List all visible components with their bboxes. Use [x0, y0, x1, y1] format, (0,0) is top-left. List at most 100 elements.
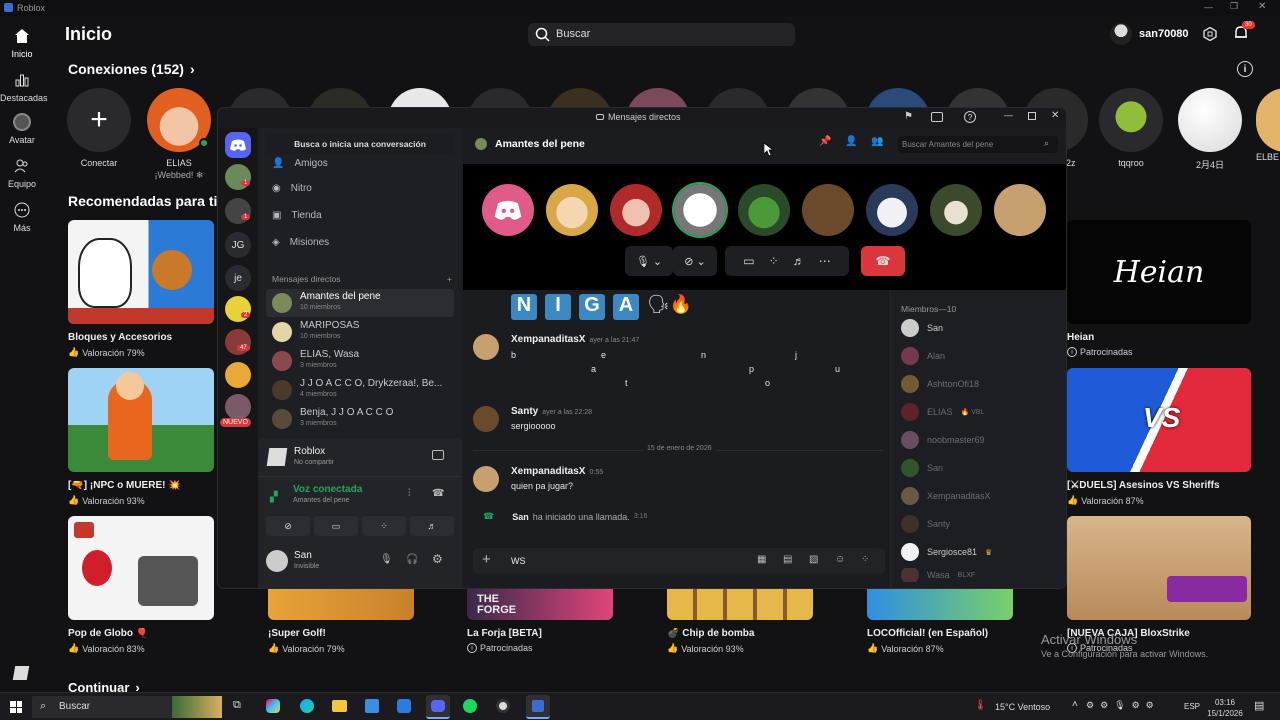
settings-icon[interactable]: ⚙ — [432, 552, 443, 566]
roblox-taskbar-icon[interactable] — [526, 695, 550, 719]
connections-header[interactable]: Conexiones (152) › — [68, 61, 195, 77]
member-item[interactable]: Wasa BLXF — [901, 568, 975, 582]
dm-item[interactable]: ELIAS, Wasa 3 miembros — [266, 347, 454, 375]
game-card[interactable]: ¡Super Golf! 👍 Valoración 79% — [268, 586, 414, 654]
tray-chevron-icon[interactable]: ˄ — [1072, 699, 1078, 710]
camera-button[interactable]: ⊘ — [266, 516, 310, 536]
clock[interactable]: 03:16 15/1/2026 — [1206, 697, 1244, 719]
weather-icon[interactable]: 🌡 — [974, 700, 987, 711]
members-icon[interactable]: 👥 — [871, 136, 883, 147]
game-card[interactable]: [🔫] ¡NPC o MUERE! 💥 👍 Valoración 93% — [68, 368, 214, 506]
find-conversation-button[interactable]: Busca o inicia una conversación — [266, 134, 454, 154]
nav-team[interactable]: Equipo — [0, 156, 44, 189]
call-participant[interactable] — [802, 184, 854, 236]
dm-item[interactable]: J J O A C C O, Drykzeraa!, Be... 4 miemb… — [266, 376, 454, 404]
connection-elias[interactable]: ELIAS ¡Webbed! ❄ — [146, 88, 212, 181]
dm-item[interactable]: Amantes del pene 10 miembros — [266, 289, 454, 317]
member-item[interactable]: Santy — [901, 514, 950, 534]
obs-icon[interactable] — [496, 699, 510, 713]
roblox-studio-icon[interactable] — [12, 666, 30, 680]
message-author[interactable]: XempanaditasX 0:55 — [511, 466, 603, 477]
spotify-icon[interactable] — [463, 699, 477, 713]
attach-icon[interactable]: + — [482, 551, 491, 568]
user-avatar[interactable] — [1110, 23, 1132, 45]
message-input[interactable]: WS — [511, 556, 526, 566]
soundboard-button[interactable]: ♬ — [410, 516, 454, 536]
noise-suppression-icon[interactable]: ⫶ — [408, 488, 411, 499]
maximize-icon[interactable] — [1028, 112, 1036, 120]
server-icon[interactable]: 47 — [225, 329, 251, 355]
hang-up-button[interactable]: ☎ — [861, 246, 905, 276]
notifications-button[interactable]: 30 — [1233, 21, 1255, 43]
notification-center-icon[interactable]: ▤ — [1254, 699, 1264, 712]
file-explorer-icon[interactable] — [332, 700, 347, 712]
inbox-icon[interactable]: ⚑ — [904, 111, 913, 122]
call-participant[interactable] — [930, 184, 982, 236]
server-icon[interactable]: 1 — [225, 164, 251, 190]
add-member-icon[interactable]: 👤 — [845, 136, 857, 147]
server-icon[interactable]: 1 — [225, 198, 251, 224]
share-screen-toggle[interactable]: ▭⁘♬⋯ — [725, 246, 849, 276]
sticker-icon[interactable]: ▧ — [809, 554, 818, 565]
taskbar-search[interactable]: ⌕ Buscar — [32, 696, 222, 718]
server-icon[interactable]: 2 — [225, 296, 251, 322]
call-participant[interactable] — [994, 184, 1046, 236]
gif-icon[interactable]: ▤ — [783, 554, 792, 565]
tray-icons[interactable]: ⚙⚙🎙⚙⚙ — [1086, 700, 1160, 711]
game-card[interactable]: LOCOfficial! (en Español) 👍 Valoración 87… — [867, 586, 1013, 654]
maximize-icon[interactable]: ❐ — [1230, 1, 1238, 12]
menu-shop[interactable]: ▣ Tienda — [272, 210, 322, 221]
message-author[interactable]: XempanaditasX ayer a las 21:47 — [511, 334, 639, 345]
system-user[interactable]: San — [512, 512, 529, 522]
channel-search[interactable]: Buscar Amantes del pene ⌕ — [898, 136, 1058, 153]
connection-elbe[interactable]: ELBE — [1256, 88, 1280, 162]
menu-friends[interactable]: 👤 Amigos — [272, 158, 328, 169]
store-icon[interactable] — [365, 699, 379, 713]
message-avatar[interactable] — [473, 406, 499, 432]
camera-toggle[interactable]: ⊘ ⌄ — [673, 246, 717, 276]
start-button[interactable] — [10, 701, 22, 713]
game-card[interactable]: Pop de Globo 🎈 👍 Valoración 83% — [68, 516, 214, 654]
server-icon[interactable] — [225, 362, 251, 388]
apps-icon[interactable]: ⁘ — [861, 554, 869, 565]
member-item[interactable]: AshttonOfi18 — [901, 374, 979, 394]
member-item[interactable]: San — [901, 318, 943, 338]
message-avatar[interactable] — [473, 334, 499, 360]
minimize-icon[interactable]: — — [1004, 110, 1013, 120]
message-author[interactable]: Santy ayer a las 22:28 — [511, 406, 592, 417]
game-card[interactable]: VS [⚔DUELS] Asesinos VS Sheriffs 👍 Valora… — [1067, 368, 1251, 506]
message-composer[interactable]: + WS ▦ ▤ ▧ ☺ ⁘ — [473, 548, 885, 574]
nav-avatar[interactable]: Avatar — [0, 112, 44, 145]
call-participant[interactable] — [738, 184, 790, 236]
robux-icon[interactable] — [1202, 26, 1218, 42]
taskbar-search-input[interactable]: Buscar — [59, 701, 90, 712]
mic-icon[interactable]: 🎙 — [380, 554, 393, 565]
copilot-icon[interactable] — [266, 699, 280, 713]
menu-quests[interactable]: ◈ Misiones — [272, 237, 329, 248]
help-icon[interactable]: ? — [964, 111, 976, 123]
server-icon[interactable]: je — [225, 265, 251, 291]
pin-icon[interactable]: 📌 — [819, 136, 831, 147]
search-bar[interactable]: Buscar — [528, 23, 795, 46]
member-item[interactable]: XempanaditasX — [901, 486, 991, 506]
self-avatar[interactable] — [266, 550, 288, 572]
game-card[interactable]: Bloques y Accesorios 👍 Valoración 79% — [68, 220, 214, 358]
member-item[interactable]: ELIAS 🔥 VBL — [901, 402, 984, 422]
info-icon[interactable]: i — [1237, 61, 1253, 77]
search-input[interactable]: Buscar — [556, 28, 590, 40]
call-participant-speaking[interactable] — [674, 184, 726, 236]
add-dm-icon[interactable]: + — [447, 274, 452, 284]
dm-item[interactable]: Benja, J J O A C C O 3 miembros — [266, 405, 454, 433]
close-icon[interactable]: ✕ — [1258, 1, 1266, 12]
game-card[interactable]: THE FORGE La Forja [BETA] i Patrocinadas — [467, 586, 613, 653]
overlay-icon[interactable] — [931, 112, 943, 122]
member-item[interactable]: San — [901, 458, 943, 478]
gift-icon[interactable]: ▦ — [757, 554, 766, 565]
language-indicator[interactable]: ESP — [1184, 702, 1200, 711]
disconnect-icon[interactable]: ☎ — [432, 488, 444, 499]
call-participant[interactable] — [610, 184, 662, 236]
mute-toggle[interactable]: 🎙 ⌄ — [625, 246, 673, 276]
call-participant[interactable] — [546, 184, 598, 236]
member-item[interactable]: Sergiosce81 ♛ — [901, 542, 992, 562]
dm-item[interactable]: MARIPOSAS 10 miembros — [266, 318, 454, 346]
